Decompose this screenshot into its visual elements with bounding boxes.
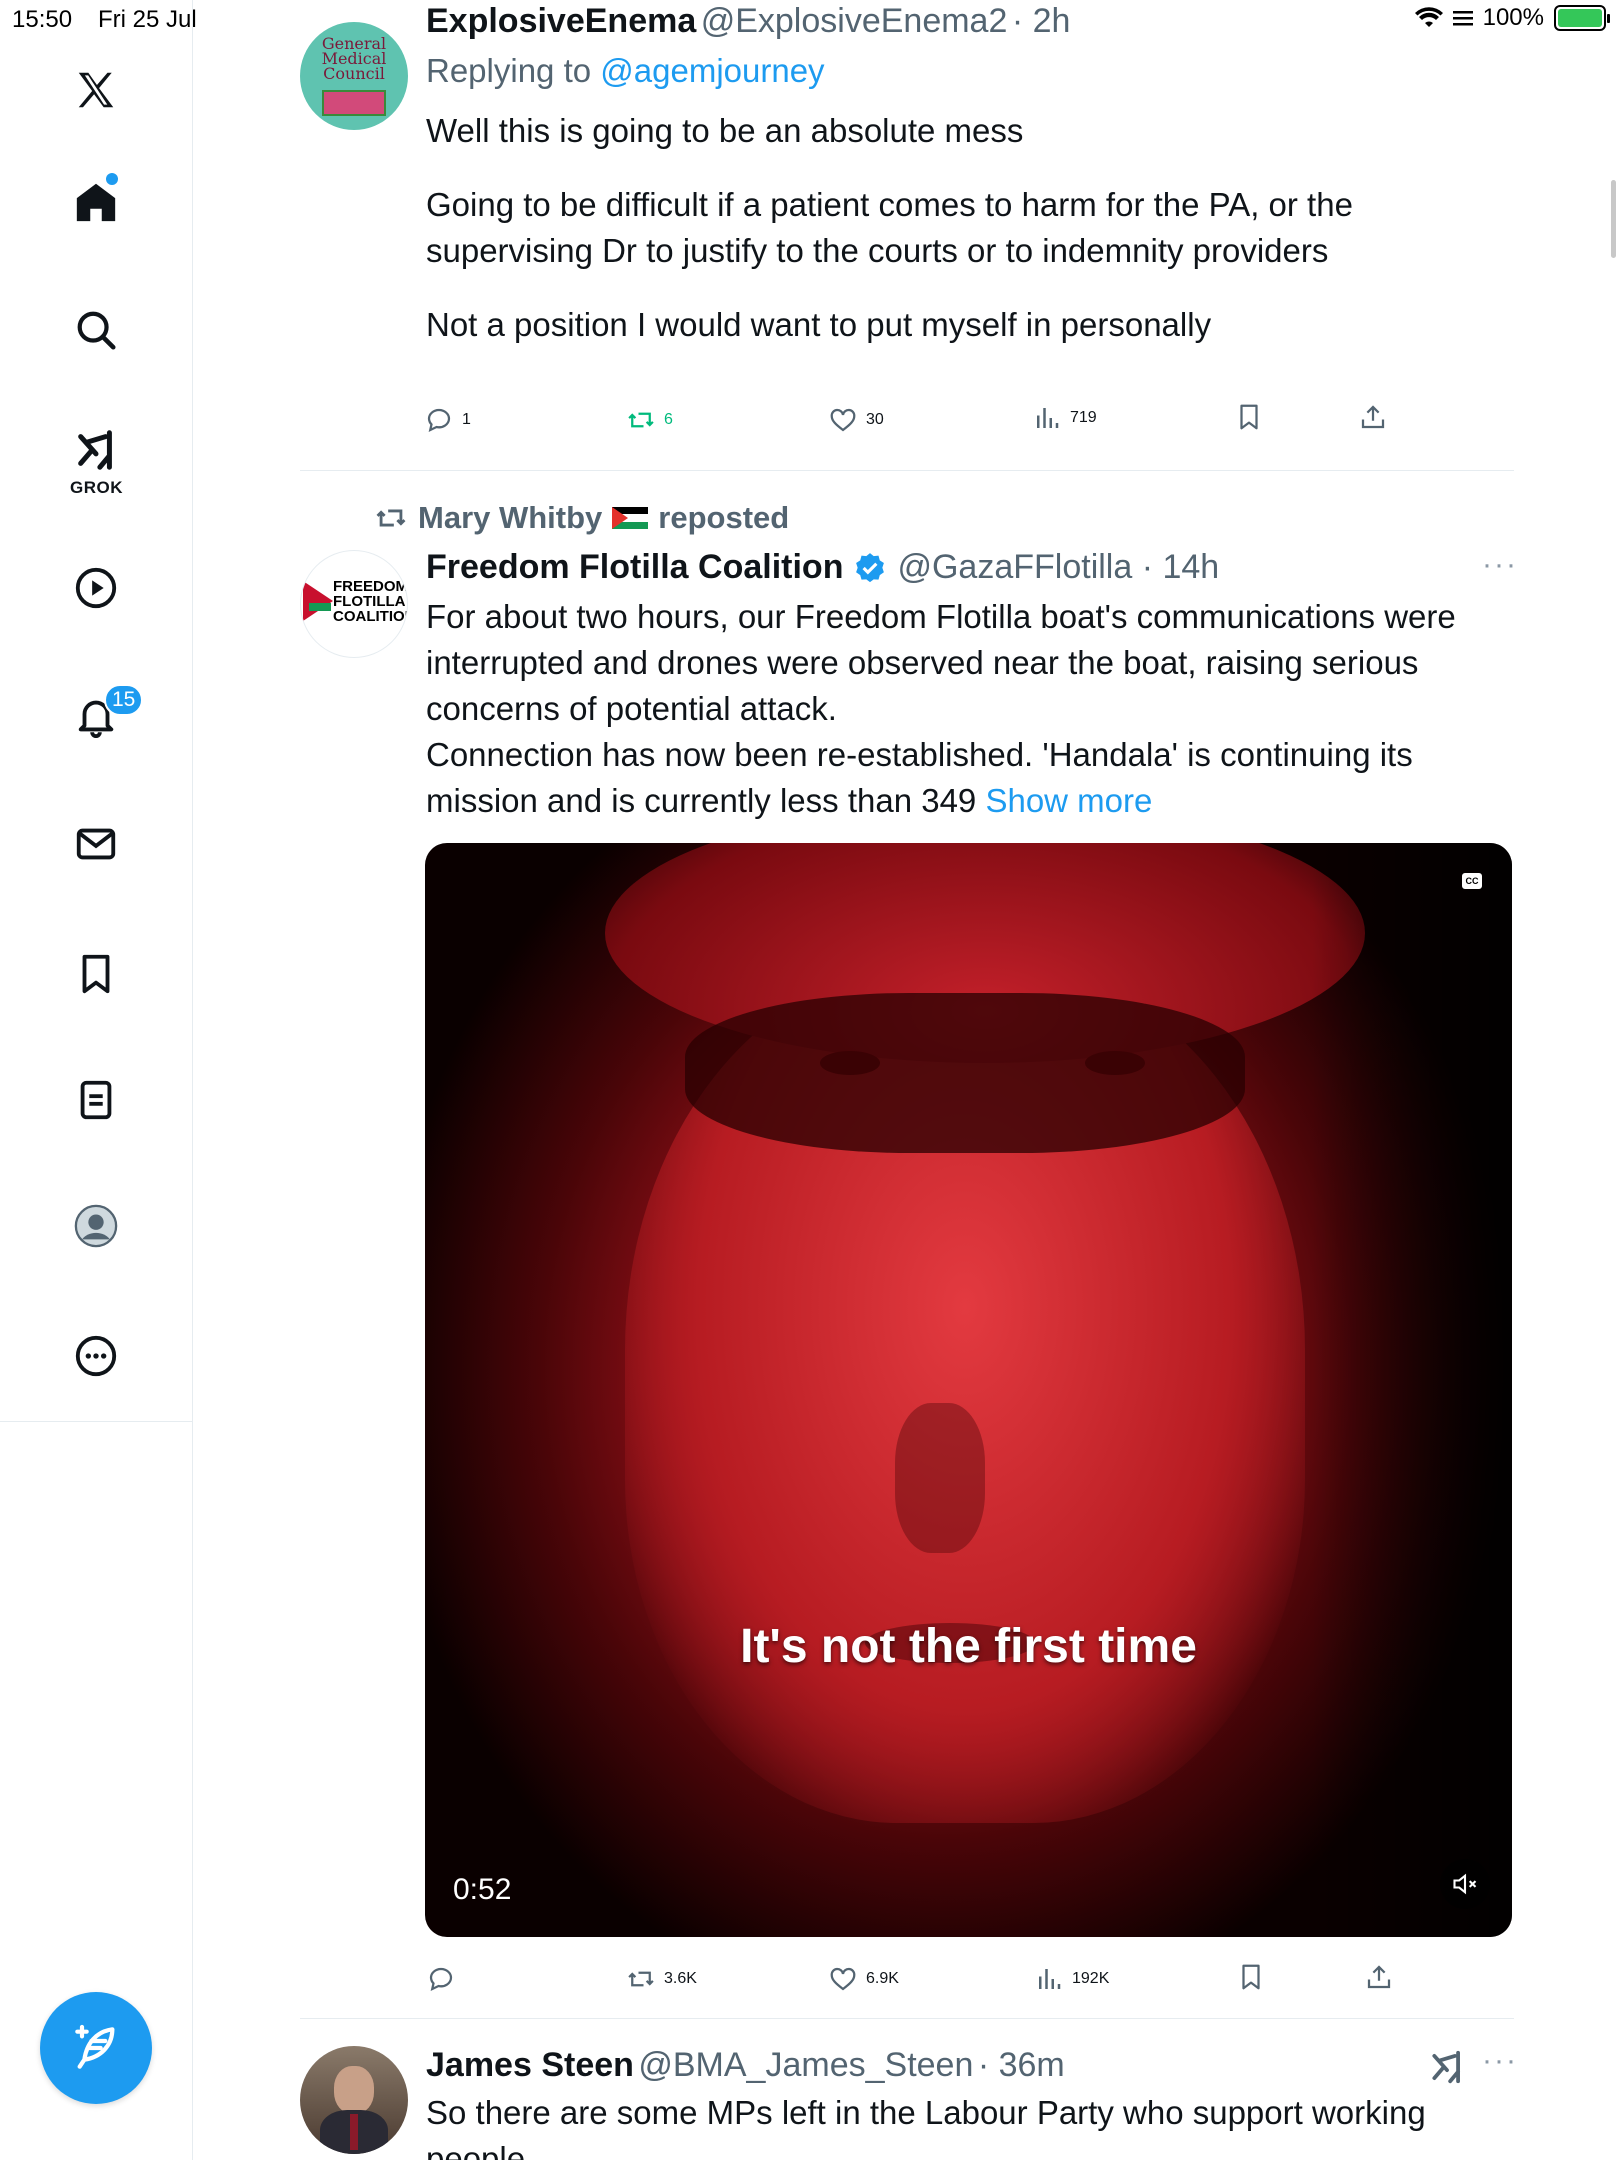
search-icon[interactable]	[66, 300, 126, 360]
author-handle[interactable]: @ExplosiveEnema2	[701, 2, 1008, 40]
share-button[interactable]	[1358, 402, 1388, 432]
author-name[interactable]: James Steen	[426, 2046, 634, 2084]
profile-avatar-icon[interactable]	[66, 1196, 126, 1256]
palestine-flag-icon	[612, 507, 649, 529]
mute-button[interactable]	[1440, 1859, 1490, 1909]
compose-post-button[interactable]	[40, 1992, 152, 2104]
repost-suffix: reposted	[658, 500, 790, 535]
reply-count: 1	[462, 411, 471, 428]
tweet-time[interactable]: 2h	[1033, 2, 1071, 40]
repost-button[interactable]: 3.6K	[626, 1964, 697, 1994]
reply-button[interactable]: 1	[424, 405, 471, 435]
reply-button[interactable]	[426, 1964, 464, 1994]
home-unread-dot	[106, 173, 118, 185]
avatar-james-steen[interactable]	[300, 2046, 408, 2154]
bookmark-button[interactable]	[1234, 402, 1264, 432]
battery-percent: 100%	[1482, 4, 1544, 31]
captions-button[interactable]: CC	[1462, 873, 1482, 889]
tweet-paragraph: For about two hours, our Freedom Flotill…	[426, 598, 1456, 727]
like-button[interactable]: 30	[828, 405, 884, 435]
messages-icon[interactable]	[66, 814, 126, 874]
repost-button[interactable]: 6	[626, 405, 673, 435]
scrollbar[interactable]	[1611, 180, 1616, 258]
reply-icon	[429, 1967, 453, 1992]
like-count: 30	[866, 411, 884, 428]
orientation-lock-icon	[1452, 11, 1473, 26]
tweet-divider	[300, 2018, 1514, 2019]
heart-icon	[830, 408, 856, 432]
notifications-badge: 15	[104, 684, 144, 716]
views-count: 192K	[1072, 1970, 1110, 1987]
tweet-paragraph: Not a position I would want to put mysel…	[426, 306, 1212, 343]
views-button[interactable]: 192K	[1034, 1964, 1109, 1994]
grok-explain-icon[interactable]	[1428, 2048, 1466, 2091]
show-more-link[interactable]: Show more	[985, 782, 1152, 819]
status-indicators: 100%	[1414, 4, 1610, 32]
author-name[interactable]: Freedom Flotilla Coalition	[426, 548, 843, 587]
share-icon	[1361, 405, 1385, 429]
video-icon[interactable]	[66, 558, 126, 618]
repost-count: 6	[664, 411, 673, 428]
compose-feather-icon	[75, 2024, 115, 2069]
battery-icon	[1554, 5, 1610, 31]
repost-icon	[628, 1971, 654, 1987]
views-button[interactable]: 719	[1032, 403, 1097, 433]
video-caption: It's not the first time	[740, 1620, 1197, 1673]
bookmark-icon	[1240, 404, 1258, 430]
views-count: 719	[1070, 409, 1097, 426]
lists-icon[interactable]	[66, 1070, 126, 1130]
tweet-paragraph: Connection has now been re-established. …	[426, 736, 1413, 819]
verified-badge-icon	[856, 552, 885, 582]
heart-icon	[830, 1967, 856, 1991]
views-icon	[1037, 408, 1059, 428]
replying-to-link[interactable]: @agemjourney	[600, 52, 824, 89]
wifi-icon	[1414, 7, 1443, 28]
reply-icon	[427, 408, 451, 433]
author-handle[interactable]: @GazaFFlotilla	[897, 548, 1132, 586]
repost-icon	[628, 412, 654, 428]
more-options-icon[interactable]: ···	[1482, 2044, 1518, 2078]
tweet-body: So there are some MPs left in the Labour…	[426, 2094, 1426, 2160]
bookmark-button[interactable]	[1236, 1962, 1266, 1992]
author-name[interactable]: ExplosiveEnema	[426, 2, 696, 40]
avatar-text: FREEDOM FLOTILLA COALITION	[333, 578, 408, 625]
grok-icon[interactable]	[66, 420, 126, 480]
tweet-header: ExplosiveEnema @ExplosiveEnema2 · 2h	[426, 2, 1071, 40]
x-logo-icon[interactable]	[66, 60, 126, 120]
like-count: 6.9K	[866, 1970, 899, 1987]
muted-speaker-icon	[1453, 1873, 1477, 1895]
tweet-paragraph: Going to be difficult if a patient comes…	[426, 186, 1353, 269]
grok-label: GROK	[70, 478, 123, 497]
avatar-explosiveenema[interactable]: General Medical Council	[300, 22, 408, 130]
avatar-text: General Medical Council	[321, 34, 387, 83]
share-button[interactable]	[1364, 1962, 1394, 1992]
tweet-time[interactable]: 36m	[999, 2046, 1065, 2084]
author-handle[interactable]: @BMA_James_Steen	[638, 2046, 973, 2084]
views-icon	[1039, 1969, 1061, 1989]
bookmarks-icon[interactable]	[66, 944, 126, 1004]
like-button[interactable]: 6.9K	[828, 1964, 899, 1994]
share-icon	[1367, 1965, 1391, 1989]
more-options-icon[interactable]: ···	[1482, 548, 1518, 582]
replying-to: Replying to @agemjourney	[426, 52, 825, 90]
video-player[interactable]: CC It's not the first time 0:52	[425, 843, 1512, 1937]
tweet-paragraph: Well this is going to be an absolute mes…	[426, 112, 1024, 149]
reposter-name[interactable]: Mary Whitby	[418, 500, 602, 536]
bookmark-icon	[1242, 1964, 1260, 1990]
tweet-body: For about two hours, our Freedom Flotill…	[426, 594, 1521, 824]
replying-prefix: Replying to	[426, 52, 601, 89]
repost-indicator: Mary Whitby reposted	[374, 500, 789, 536]
tweet-header: James Steen @BMA_James_Steen · 36m	[426, 2046, 1065, 2084]
video-duration: 0:52	[453, 1873, 512, 1906]
tweet-divider	[300, 470, 1514, 471]
tweet-body: Well this is going to be an absolute mes…	[426, 108, 1516, 348]
tweet-time[interactable]: 14h	[1162, 548, 1219, 586]
sidebar-divider	[192, 1422, 193, 2160]
repost-count: 3.6K	[664, 1970, 697, 1987]
repost-icon	[376, 509, 406, 527]
more-icon[interactable]	[66, 1326, 126, 1386]
avatar-freedom-flotilla[interactable]: FREEDOM FLOTILLA COALITION	[300, 550, 408, 658]
tweet-header: Freedom Flotilla Coalition @GazaFFlotill…	[426, 548, 1220, 587]
